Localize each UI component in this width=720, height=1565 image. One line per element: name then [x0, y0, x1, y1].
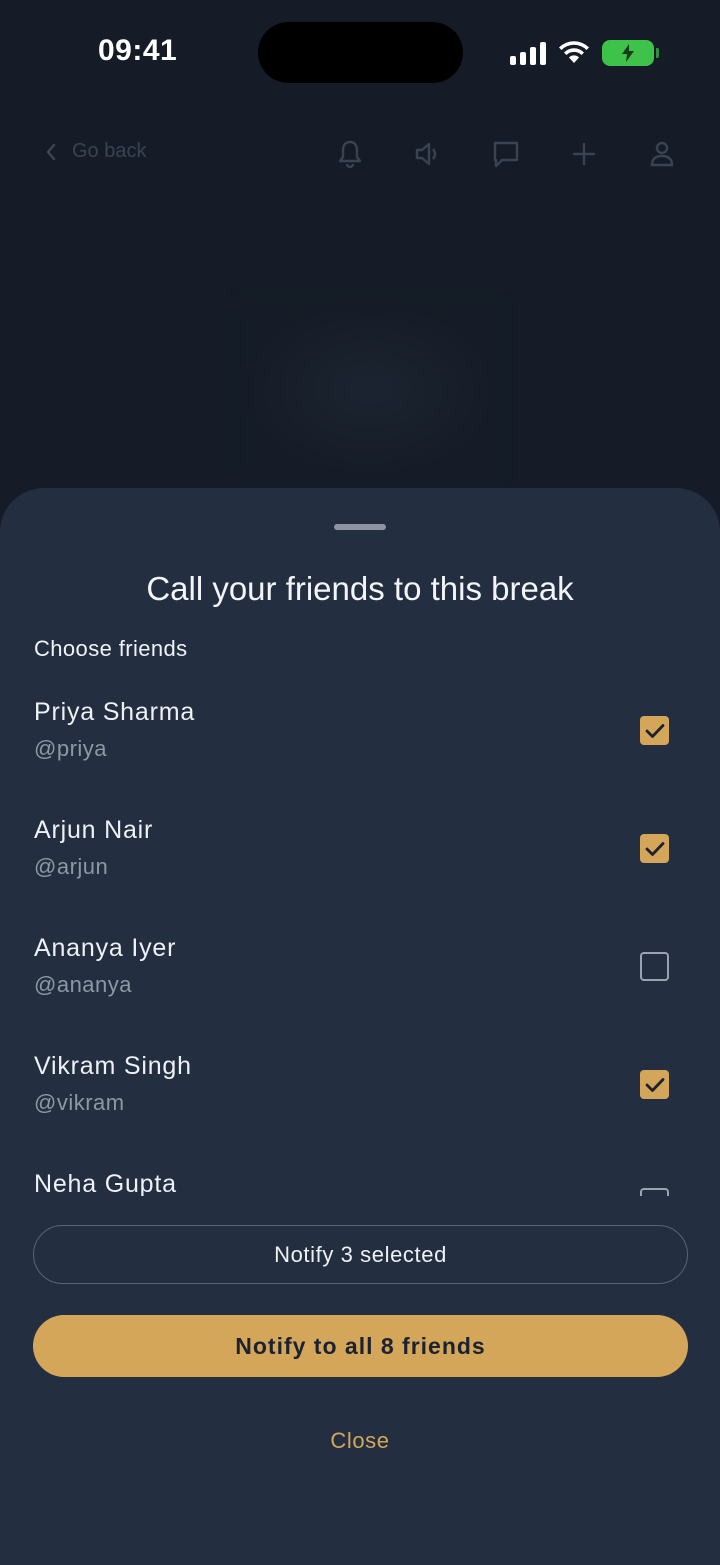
friend-checkbox[interactable] [640, 834, 669, 863]
plus-icon[interactable] [566, 136, 602, 172]
friend-name: Ananya Iyer [34, 934, 177, 962]
status-time: 09:41 [98, 34, 178, 67]
friend-checkbox[interactable] [640, 1070, 669, 1099]
status-bar: 09:41 [0, 0, 720, 100]
charging-bolt-icon [622, 44, 634, 62]
friend-row[interactable]: Priya Sharma @priya [0, 678, 720, 796]
dynamic-island [258, 22, 463, 83]
friend-handle: @arjun [34, 854, 109, 879]
sheet-drag-handle[interactable] [334, 524, 386, 530]
status-icons [510, 38, 659, 68]
notify-all-button[interactable]: Notify to all 8 friends [33, 1315, 688, 1377]
friend-name: Neha Gupta [34, 1170, 177, 1196]
background-content [240, 300, 500, 480]
check-icon [645, 723, 664, 738]
friend-checkbox[interactable] [640, 716, 669, 745]
speaker-icon[interactable] [410, 136, 446, 172]
chat-icon[interactable] [488, 136, 524, 172]
friend-checkbox[interactable] [640, 952, 669, 981]
top-nav: Go back [0, 120, 720, 190]
section-label: Choose friends [34, 636, 188, 661]
check-icon [645, 1077, 664, 1092]
friend-handle: @priya [34, 736, 108, 761]
go-back-label: Go back [72, 140, 147, 162]
friend-list[interactable]: Priya Sharma @priya Arjun Nair @arjun An… [0, 678, 720, 1196]
friend-name: Vikram Singh [34, 1052, 192, 1080]
friend-handle: @vikram [34, 1090, 125, 1115]
friend-row[interactable]: Ananya Iyer @ananya [0, 914, 720, 1032]
close-button[interactable]: Close [0, 1428, 720, 1454]
notify-selected-button[interactable]: Notify 3 selected [33, 1225, 688, 1284]
friend-handle: @ananya [34, 972, 133, 997]
friend-row[interactable]: Neha Gupta [0, 1150, 720, 1196]
wifi-icon [559, 41, 589, 63]
sheet-title: Call your friends to this break [146, 570, 574, 607]
friend-row[interactable]: Arjun Nair @arjun [0, 796, 720, 914]
nav-icons [332, 136, 680, 172]
battery-icon [602, 40, 659, 66]
bell-icon[interactable] [332, 136, 368, 172]
chevron-left-icon [46, 143, 56, 160]
friend-name: Priya Sharma [34, 698, 196, 726]
signal-icon [510, 41, 546, 65]
friend-name: Arjun Nair [34, 816, 154, 844]
friend-checkbox[interactable] [640, 1188, 669, 1196]
go-back-button[interactable]: Go back [44, 140, 146, 163]
check-icon [645, 841, 664, 856]
person-icon[interactable] [644, 136, 680, 172]
bottom-sheet: Call your friends to this break Choose f… [0, 488, 720, 1565]
friend-row[interactable]: Vikram Singh @vikram [0, 1032, 720, 1150]
